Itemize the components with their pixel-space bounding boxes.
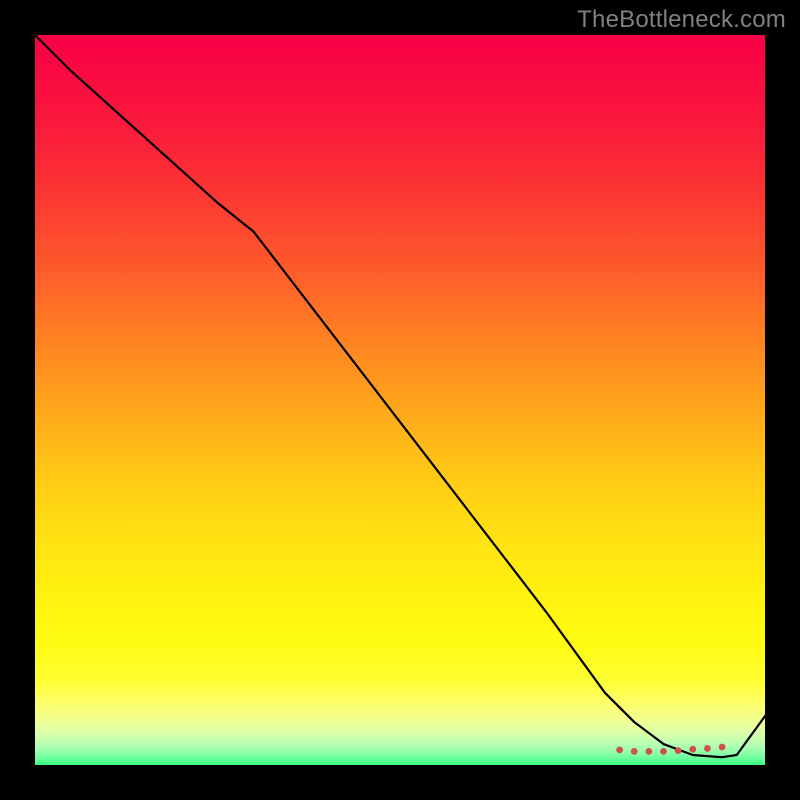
chart-container: TheBottleneck.com [0,0,800,800]
marker-dot [616,746,623,753]
plot-svg [34,34,766,766]
watermark-text: TheBottleneck.com [577,6,786,34]
marker-dot [704,745,711,752]
marker-dot [631,748,638,755]
marker-dot [719,744,726,751]
marker-dot [689,746,696,753]
plot-area [34,34,766,766]
marker-dot [660,748,667,755]
marker-dot [675,747,682,754]
marker-dot [645,748,652,755]
gradient-background [34,34,766,766]
